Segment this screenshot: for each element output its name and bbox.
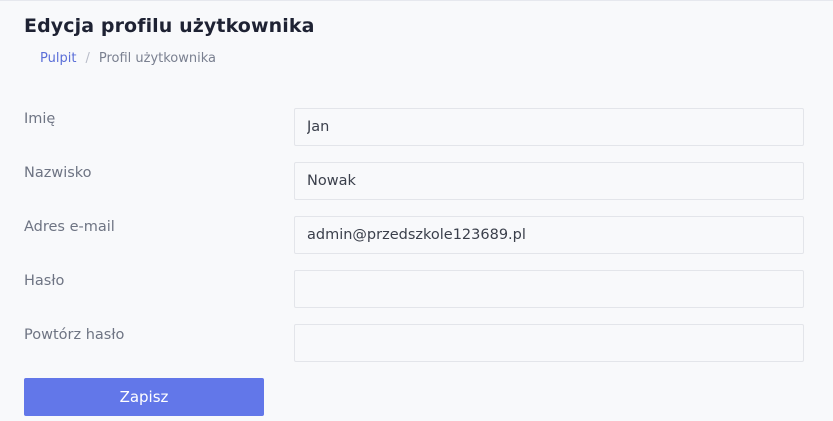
last-name-input[interactable]	[294, 162, 804, 200]
page-title: Edycja profilu użytkownika	[24, 15, 315, 37]
password-repeat-input[interactable]	[294, 324, 804, 362]
last-name-label: Nazwisko	[24, 165, 92, 181]
breadcrumb-home-link[interactable]: Pulpit	[40, 51, 76, 66]
password-input[interactable]	[294, 270, 804, 308]
first-name-input[interactable]	[294, 108, 804, 146]
save-button[interactable]: Zapisz	[24, 378, 264, 416]
password-label: Hasło	[24, 273, 65, 289]
first-name-label: Imię	[24, 111, 56, 127]
email-label: Adres e-mail	[24, 219, 115, 235]
breadcrumb: Pulpit / Profil użytkownika	[40, 51, 216, 66]
breadcrumb-separator: /	[85, 51, 90, 66]
breadcrumb-current: Profil użytkownika	[98, 51, 217, 66]
email-input[interactable]	[294, 216, 804, 254]
password-repeat-label: Powtórz hasło	[24, 327, 125, 343]
profile-edit-page: Edycja profilu użytkownika Pulpit / Prof…	[0, 0, 833, 421]
